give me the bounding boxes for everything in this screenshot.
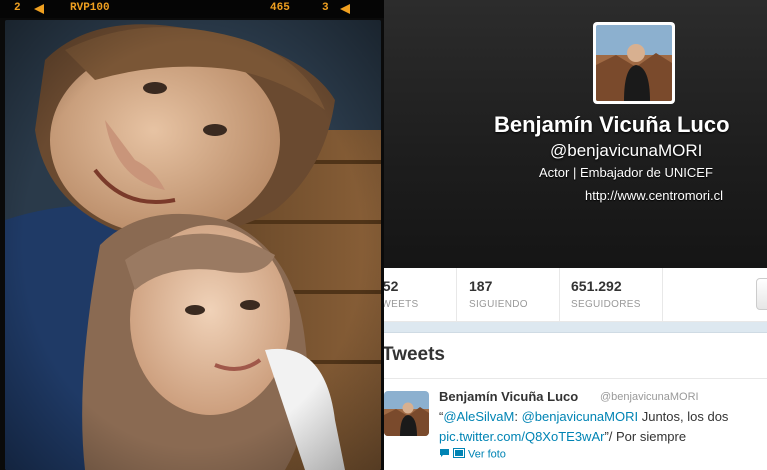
chat-bubble-icon xyxy=(439,448,450,461)
tweet-text: : xyxy=(514,409,522,424)
tweet-avatar[interactable] xyxy=(384,391,429,436)
stat-divider xyxy=(559,268,560,321)
film-label: RVP100 xyxy=(70,2,110,14)
film-photo-panel: 2 RVP100 465 3 xyxy=(0,0,384,470)
stat-following[interactable]: 187 SIGUIENDO xyxy=(469,278,528,310)
tweet-author-handle[interactable]: @benjavicunaMORI xyxy=(600,391,699,403)
view-photo-label: Ver foto xyxy=(468,448,506,461)
film-frame-left: 2 xyxy=(14,2,21,14)
pic-link[interactable]: pic.twitter.com/Q8XoTE3wAr xyxy=(439,429,604,444)
film-arrow-icon xyxy=(340,4,350,14)
mention-link[interactable]: @AleSilvaM xyxy=(443,409,514,424)
tweet-text-line: “@AleSilvaM: @benjavicunaMORI Juntos, lo… xyxy=(439,409,728,424)
mention-link[interactable]: @benjavicunaMORI xyxy=(522,409,639,424)
stat-following-count: 187 xyxy=(469,278,493,294)
stat-tweets[interactable]: 352 TWEETS xyxy=(384,278,418,310)
profile-name: Benjamín Vicuña Luco xyxy=(494,112,730,137)
view-photo-link[interactable]: Ver foto xyxy=(439,448,506,461)
stat-tweets-count: 352 xyxy=(384,278,399,294)
profile-bio: Actor | Embajador de UNICEF xyxy=(539,165,713,180)
profile-divider-strip xyxy=(384,322,767,333)
profile-stats: 352 TWEETS 187 SIGUIENDO 651.292 SEGUIDO… xyxy=(384,268,767,322)
tweets-heading: Tweets xyxy=(384,344,446,365)
film-strip: 2 RVP100 465 3 xyxy=(0,0,384,18)
stat-divider xyxy=(456,268,457,321)
tweet-text: ”/ Por siempre xyxy=(604,429,687,444)
photo-icon xyxy=(453,448,465,461)
film-arrow-icon xyxy=(34,4,44,14)
film-frame-right: 3 xyxy=(322,2,329,14)
film-frame-count: 465 xyxy=(270,2,290,14)
stat-tweets-label: TWEETS xyxy=(384,299,419,310)
father-daughter-photo xyxy=(5,20,381,470)
profile-header: Benjamín Vicuña Luco @benjavicunaMORI Ac… xyxy=(384,0,767,268)
stat-followers-label: SEGUIDORES xyxy=(571,299,641,310)
profile-handle: @benjavicunaMORI xyxy=(550,141,703,160)
stat-following-label: SIGUIENDO xyxy=(469,299,528,310)
profile-url-link[interactable]: http://www.centromori.cl xyxy=(585,188,723,203)
stat-followers[interactable]: 651.292 SEGUIDORES xyxy=(571,278,641,310)
tweet-text-line: pic.twitter.com/Q8XoTE3wAr”/ Por siempre xyxy=(439,429,686,444)
stat-divider xyxy=(662,268,663,321)
profile-avatar[interactable] xyxy=(593,22,675,104)
twitter-profile-panel: Benjamín Vicuña Luco @benjavicunaMORI Ac… xyxy=(384,0,767,470)
divider xyxy=(384,378,767,379)
follow-button[interactable] xyxy=(756,278,767,310)
tweet-text: Juntos, los dos xyxy=(638,409,729,424)
tweet-author-name[interactable]: Benjamín Vicuña Luco xyxy=(439,389,578,404)
stat-followers-count: 651.292 xyxy=(571,278,622,294)
